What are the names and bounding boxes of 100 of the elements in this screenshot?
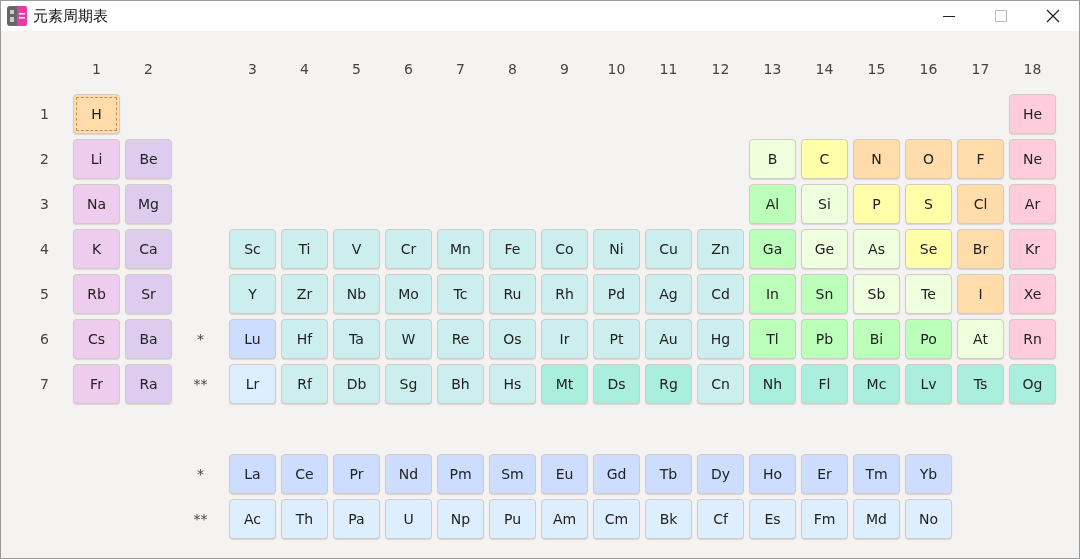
element-button[interactable]: Zn [697, 229, 744, 269]
element-button[interactable]: Nb [333, 274, 380, 314]
element-button[interactable]: Co [541, 229, 588, 269]
element-button[interactable]: Fm [801, 499, 848, 539]
element-button[interactable]: Ti [281, 229, 328, 269]
element-button[interactable]: S [905, 184, 952, 224]
element-button[interactable]: Rh [541, 274, 588, 314]
element-button[interactable]: Ne [1009, 139, 1056, 179]
element-button[interactable]: Re [437, 319, 484, 359]
element-button[interactable]: Gd [593, 454, 640, 494]
element-button[interactable]: Og [1009, 364, 1056, 404]
element-button[interactable]: Lu [229, 319, 276, 359]
element-button[interactable]: Ar [1009, 184, 1056, 224]
element-button[interactable]: I [957, 274, 1004, 314]
element-button[interactable]: Ba [125, 319, 172, 359]
element-button[interactable]: Rf [281, 364, 328, 404]
element-button[interactable]: P [853, 184, 900, 224]
element-button[interactable]: Md [853, 499, 900, 539]
element-button[interactable]: Ds [593, 364, 640, 404]
element-button[interactable]: U [385, 499, 432, 539]
element-button[interactable]: Hg [697, 319, 744, 359]
element-button[interactable]: Cm [593, 499, 640, 539]
element-button[interactable]: Ni [593, 229, 640, 269]
element-button[interactable]: Th [281, 499, 328, 539]
element-button[interactable]: Ag [645, 274, 692, 314]
element-button[interactable]: Dy [697, 454, 744, 494]
element-button[interactable]: Si [801, 184, 848, 224]
element-button[interactable]: Fr [73, 364, 120, 404]
element-button[interactable]: Yb [905, 454, 952, 494]
element-button[interactable]: Lr [229, 364, 276, 404]
element-button[interactable]: Cn [697, 364, 744, 404]
element-button[interactable]: Mo [385, 274, 432, 314]
element-button[interactable]: Kr [1009, 229, 1056, 269]
element-button[interactable]: Sr [125, 274, 172, 314]
element-button[interactable]: Li [73, 139, 120, 179]
element-button[interactable]: Bi [853, 319, 900, 359]
element-button[interactable]: Pm [437, 454, 484, 494]
element-button[interactable]: H [73, 94, 120, 134]
element-button[interactable]: Ga [749, 229, 796, 269]
element-button[interactable]: Fe [489, 229, 536, 269]
element-button[interactable]: Ca [125, 229, 172, 269]
element-button[interactable]: He [1009, 94, 1056, 134]
element-button[interactable]: As [853, 229, 900, 269]
element-button[interactable]: Te [905, 274, 952, 314]
element-button[interactable]: Cl [957, 184, 1004, 224]
element-button[interactable]: Be [125, 139, 172, 179]
element-button[interactable]: Ac [229, 499, 276, 539]
element-button[interactable]: Np [437, 499, 484, 539]
element-button[interactable]: Eu [541, 454, 588, 494]
element-button[interactable]: Cd [697, 274, 744, 314]
element-button[interactable]: Es [749, 499, 796, 539]
element-button[interactable]: N [853, 139, 900, 179]
element-button[interactable]: Bk [645, 499, 692, 539]
element-button[interactable]: Br [957, 229, 1004, 269]
element-button[interactable]: O [905, 139, 952, 179]
element-button[interactable]: Xe [1009, 274, 1056, 314]
element-button[interactable]: Ho [749, 454, 796, 494]
element-button[interactable]: W [385, 319, 432, 359]
element-button[interactable]: No [905, 499, 952, 539]
element-button[interactable]: Lv [905, 364, 952, 404]
element-button[interactable]: Hf [281, 319, 328, 359]
element-button[interactable]: Os [489, 319, 536, 359]
element-button[interactable]: Ir [541, 319, 588, 359]
element-button[interactable]: Po [905, 319, 952, 359]
element-button[interactable]: In [749, 274, 796, 314]
element-button[interactable]: Mn [437, 229, 484, 269]
element-button[interactable]: Sm [489, 454, 536, 494]
element-button[interactable]: Sg [385, 364, 432, 404]
element-button[interactable]: Fl [801, 364, 848, 404]
element-button[interactable]: Ts [957, 364, 1004, 404]
element-button[interactable]: Tl [749, 319, 796, 359]
element-button[interactable]: Nh [749, 364, 796, 404]
element-button[interactable]: Rn [1009, 319, 1056, 359]
element-button[interactable]: Rb [73, 274, 120, 314]
element-button[interactable]: Cu [645, 229, 692, 269]
element-button[interactable]: Pr [333, 454, 380, 494]
element-button[interactable]: Ce [281, 454, 328, 494]
element-button[interactable]: F [957, 139, 1004, 179]
element-button[interactable]: Rg [645, 364, 692, 404]
element-button[interactable]: Au [645, 319, 692, 359]
element-button[interactable]: Mc [853, 364, 900, 404]
element-button[interactable]: V [333, 229, 380, 269]
element-button[interactable]: Pd [593, 274, 640, 314]
element-button[interactable]: C [801, 139, 848, 179]
element-button[interactable]: At [957, 319, 1004, 359]
element-button[interactable]: Ru [489, 274, 536, 314]
element-button[interactable]: La [229, 454, 276, 494]
element-button[interactable]: Nd [385, 454, 432, 494]
element-button[interactable]: Am [541, 499, 588, 539]
element-button[interactable]: Pu [489, 499, 536, 539]
element-button[interactable]: Tm [853, 454, 900, 494]
element-button[interactable]: Pa [333, 499, 380, 539]
element-button[interactable]: Se [905, 229, 952, 269]
element-button[interactable]: Tc [437, 274, 484, 314]
element-button[interactable]: Ge [801, 229, 848, 269]
element-button[interactable]: Cs [73, 319, 120, 359]
element-button[interactable]: Y [229, 274, 276, 314]
element-button[interactable]: Bh [437, 364, 484, 404]
element-button[interactable]: Db [333, 364, 380, 404]
element-button[interactable]: K [73, 229, 120, 269]
